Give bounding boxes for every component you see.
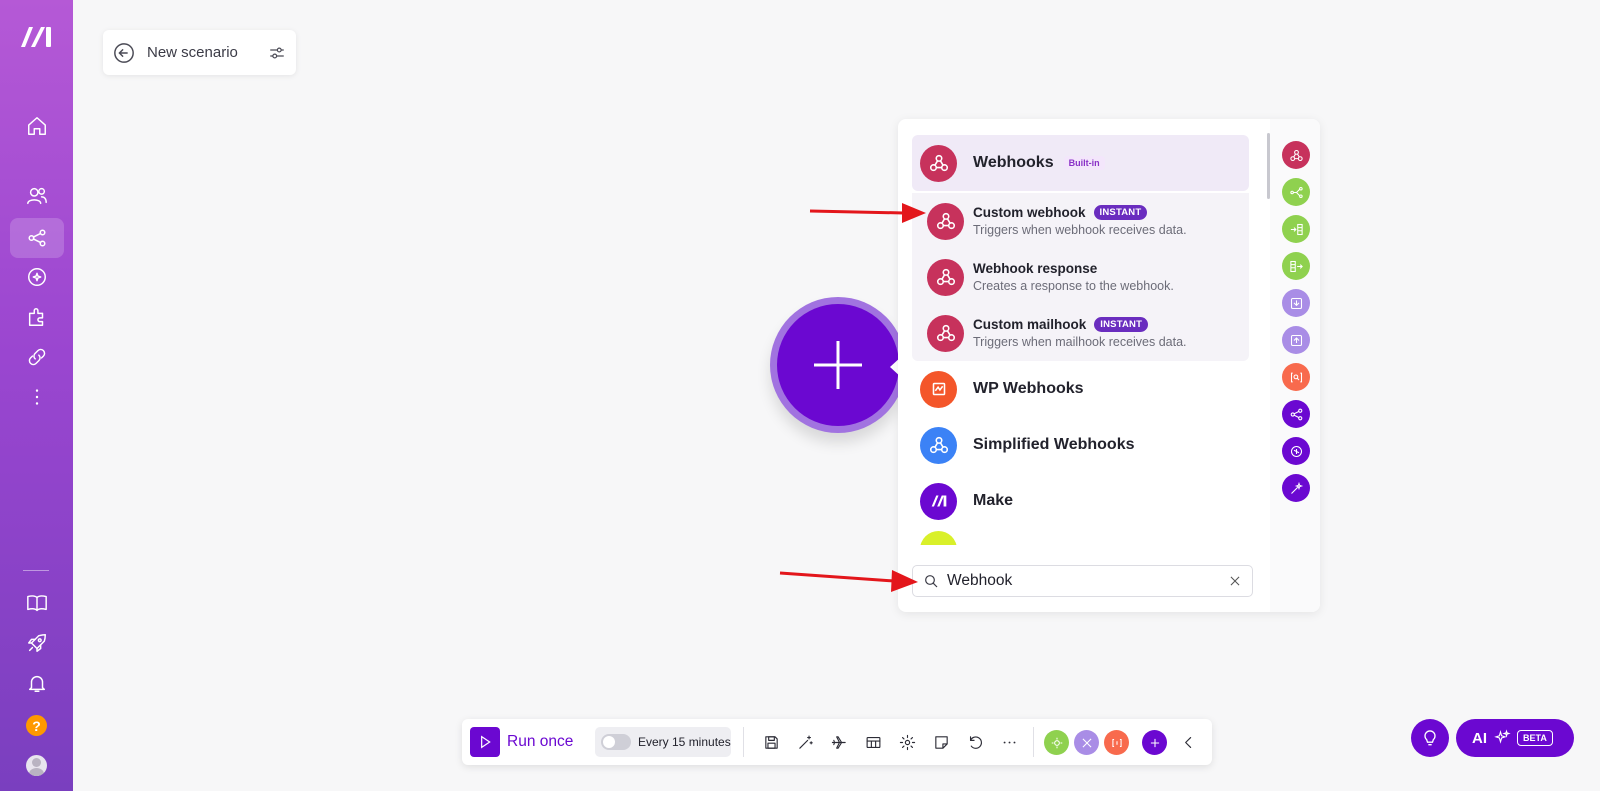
ai-agents-icon[interactable] bbox=[10, 257, 64, 297]
router-icon[interactable] bbox=[1282, 178, 1310, 206]
scenario-toolbar: Run once Every 15 minutes bbox=[462, 719, 1212, 765]
aggregator-icon[interactable] bbox=[1282, 252, 1310, 280]
make-logo-icon bbox=[920, 482, 957, 520]
scenario-title[interactable]: New scenario bbox=[147, 44, 268, 61]
back-arrow-icon[interactable] bbox=[113, 42, 135, 64]
sparkles-icon bbox=[1494, 729, 1511, 744]
instant-badge: INSTANT bbox=[1093, 205, 1148, 220]
settings-sliders-icon[interactable] bbox=[268, 44, 286, 62]
tools-icon[interactable] bbox=[1282, 474, 1310, 502]
iterator-icon[interactable] bbox=[1282, 215, 1310, 243]
app-item-simplified-webhooks[interactable]: Simplified Webhooks bbox=[912, 417, 1249, 473]
undo-icon[interactable] bbox=[965, 732, 985, 752]
play-icon bbox=[481, 735, 491, 749]
module-title: Custom mailhook bbox=[973, 317, 1087, 332]
add-tool-icon[interactable] bbox=[1142, 730, 1167, 755]
apps-icon[interactable] bbox=[10, 297, 64, 337]
more-horizontal-icon[interactable] bbox=[999, 732, 1019, 752]
ai-label: AI bbox=[1472, 729, 1487, 747]
toolbar-divider bbox=[1033, 727, 1034, 757]
magic-wand-icon[interactable] bbox=[795, 732, 815, 752]
run-once-button[interactable]: Run once bbox=[470, 727, 573, 757]
schedule-control[interactable]: Every 15 minutes bbox=[595, 727, 731, 757]
app-name: Webhooks bbox=[973, 154, 1054, 171]
text-tools-icon[interactable] bbox=[1104, 730, 1129, 755]
app-item-partial[interactable] bbox=[912, 529, 1249, 545]
builtin-badge: Built-in bbox=[1063, 156, 1105, 170]
wp-webhooks-icon bbox=[920, 370, 957, 408]
simplified-webhooks-icon bbox=[920, 426, 957, 464]
webhooks-icon bbox=[927, 314, 964, 352]
app-name: Make bbox=[973, 492, 1014, 509]
avatar[interactable] bbox=[26, 755, 47, 776]
help-icon[interactable]: ? bbox=[26, 715, 47, 736]
app-item-webhooks[interactable]: Webhooks Built-in bbox=[912, 135, 1249, 191]
tools-rail bbox=[1270, 119, 1320, 612]
app-name: WP Webhooks bbox=[973, 380, 1084, 397]
ai-assistant-button[interactable]: AI BETA bbox=[1456, 719, 1574, 757]
export-icon[interactable] bbox=[1282, 326, 1310, 354]
beta-badge: BETA bbox=[1517, 730, 1553, 746]
plus-icon bbox=[814, 341, 862, 389]
flow-tools-icon[interactable] bbox=[1074, 730, 1099, 755]
gear-icon[interactable] bbox=[897, 732, 917, 752]
module-title: Webhook response bbox=[973, 261, 1098, 276]
flow-control-icon[interactable] bbox=[1282, 400, 1310, 428]
text-parser-icon[interactable] bbox=[1282, 363, 1310, 391]
run-once-label: Run once bbox=[507, 733, 574, 750]
home-icon[interactable] bbox=[10, 106, 64, 146]
close-icon[interactable] bbox=[1228, 574, 1242, 588]
notes-icon[interactable] bbox=[931, 732, 951, 752]
annotation-arrow bbox=[809, 203, 926, 223]
lightbulb-button[interactable] bbox=[1411, 719, 1449, 757]
module-item-webhook-response[interactable]: Webhook response Creates a response to t… bbox=[912, 249, 1249, 305]
app-item-make[interactable]: Make bbox=[912, 473, 1249, 529]
module-description: Creates a response to the webhook. bbox=[973, 279, 1174, 293]
rocket-icon[interactable] bbox=[10, 623, 64, 663]
app-list: Webhooks Built-in Custom webhook INSTANT … bbox=[912, 135, 1249, 545]
airplane-icon[interactable] bbox=[829, 732, 849, 752]
toolbar-divider bbox=[743, 727, 744, 757]
module-title: Custom webhook bbox=[973, 205, 1086, 220]
more-icon[interactable] bbox=[10, 377, 64, 417]
chevron-left-icon[interactable] bbox=[1178, 732, 1198, 752]
make-logo-icon[interactable] bbox=[19, 22, 55, 50]
add-module-button[interactable] bbox=[770, 297, 906, 433]
webhooks-icon bbox=[927, 258, 964, 296]
search-box[interactable] bbox=[912, 565, 1253, 597]
sidebar: ? bbox=[0, 0, 73, 791]
module-item-custom-mailhook[interactable]: Custom mailhook INSTANT Triggers when mai… bbox=[912, 305, 1249, 361]
data-structure-icon[interactable] bbox=[863, 732, 883, 752]
app-icon bbox=[920, 531, 957, 545]
schedule-toggle[interactable] bbox=[601, 734, 631, 750]
schedule-label: Every 15 minutes bbox=[638, 735, 731, 749]
module-item-custom-webhook[interactable]: Custom webhook INSTANT Triggers when webh… bbox=[912, 193, 1249, 249]
sidebar-divider bbox=[23, 570, 49, 571]
webhooks-icon bbox=[927, 202, 964, 240]
connections-icon[interactable] bbox=[10, 337, 64, 377]
search-icon bbox=[925, 575, 938, 588]
lightbulb-icon bbox=[1424, 730, 1436, 746]
module-picker: Webhooks Built-in Custom webhook INSTANT … bbox=[898, 119, 1320, 612]
annotation-arrow bbox=[779, 570, 918, 592]
scenarios-icon[interactable] bbox=[10, 218, 64, 258]
app-item-wp-webhooks[interactable]: WP Webhooks bbox=[912, 361, 1249, 417]
webhooks-icon[interactable] bbox=[1282, 141, 1310, 169]
docs-icon[interactable] bbox=[10, 583, 64, 623]
search-input[interactable] bbox=[947, 572, 1228, 590]
app-name: Simplified Webhooks bbox=[973, 436, 1135, 453]
bell-icon[interactable] bbox=[10, 663, 64, 703]
import-icon[interactable] bbox=[1282, 289, 1310, 317]
save-icon[interactable] bbox=[761, 732, 781, 752]
instant-badge: INSTANT bbox=[1094, 317, 1149, 332]
webhooks-icon bbox=[920, 144, 957, 182]
ai-agent-icon[interactable] bbox=[1282, 437, 1310, 465]
module-list: Custom webhook INSTANT Triggers when webh… bbox=[912, 193, 1249, 361]
module-description: Triggers when mailhook receives data. bbox=[973, 335, 1187, 349]
team-icon[interactable] bbox=[10, 176, 64, 216]
module-description: Triggers when webhook receives data. bbox=[973, 223, 1187, 237]
tools-gear-icon[interactable] bbox=[1044, 730, 1069, 755]
scenario-header: New scenario bbox=[103, 30, 296, 75]
